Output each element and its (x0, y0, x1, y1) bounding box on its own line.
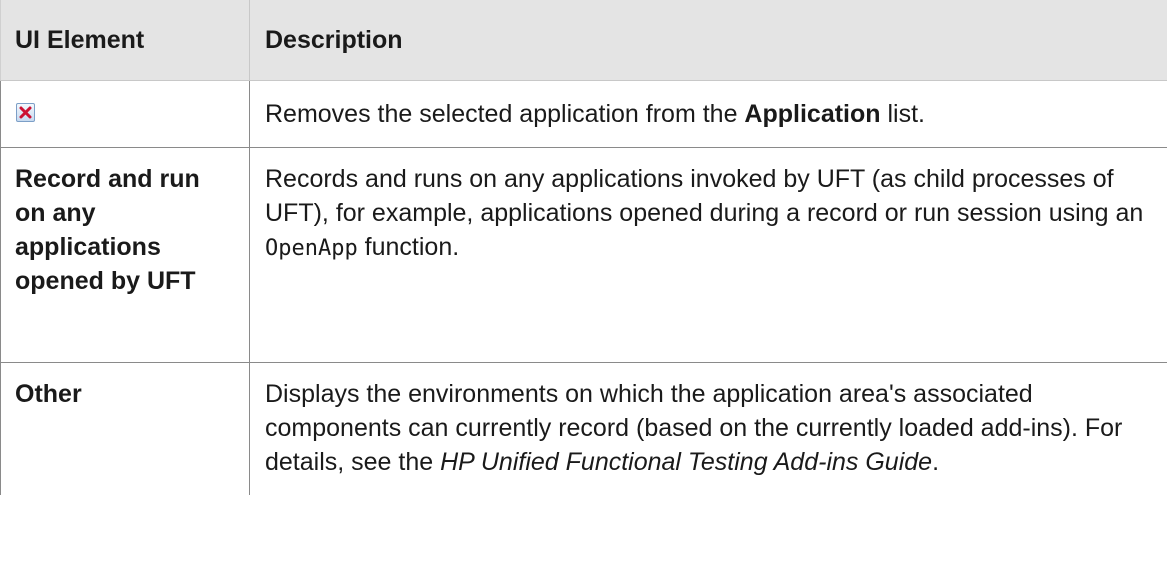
ui-element-cell: Other (0, 362, 250, 495)
table-row: Other Displays the environments on which… (0, 362, 1167, 495)
application-term: Application (744, 99, 881, 128)
ui-element-cell: Record and run on any applications opene… (0, 147, 250, 363)
remove-x-icon (16, 102, 35, 122)
column-header-ui-element: UI Element (0, 0, 250, 81)
description-cell: Displays the environments on which the a… (249, 362, 1167, 495)
table-row: Removes the selected application from th… (0, 80, 1167, 148)
guide-link[interactable]: HP Unified Functional Testing Add-ins Gu… (440, 448, 932, 476)
description-text: Removes the selected application from th… (265, 99, 745, 128)
description-cell: Records and runs on any applications inv… (249, 147, 1167, 363)
description-text: Records and runs on any applications inv… (265, 164, 1144, 227)
code-term: OpenApp (265, 235, 358, 261)
x-glyph (19, 106, 32, 118)
description-text: list. (880, 99, 925, 128)
ui-element-cell (0, 80, 250, 148)
description-cell: Removes the selected application from th… (249, 80, 1167, 148)
column-header-description: Description (249, 0, 1167, 81)
table-header-row: UI Element Description (0, 0, 1167, 81)
table-row: Record and run on any applications opene… (0, 147, 1167, 363)
description-text: function. (357, 232, 460, 261)
description-text: . (932, 447, 940, 476)
ui-elements-table: UI Element Description Removes the selec… (0, 0, 1167, 495)
